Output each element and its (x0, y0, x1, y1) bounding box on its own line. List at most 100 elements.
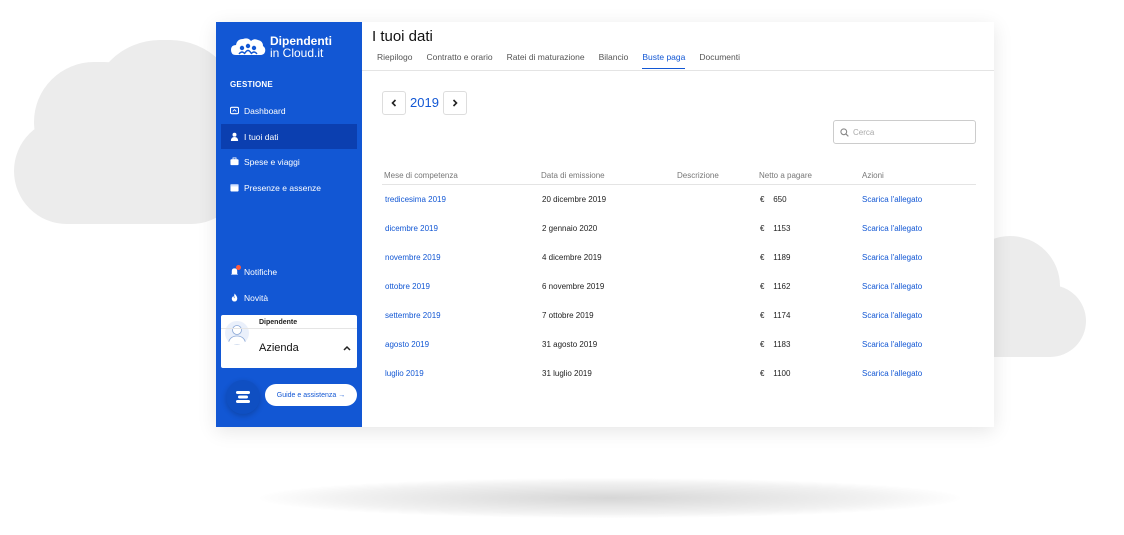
next-year-button[interactable] (443, 91, 467, 115)
month-link[interactable]: ottobre 2019 (385, 282, 430, 291)
calendar-icon (230, 183, 239, 192)
sidebar-item-label: Dashboard (244, 105, 286, 116)
net-amount: € 1183 (760, 340, 790, 349)
sidebar: Dipendenti in Cloud.it GESTIONE Dashboar… (216, 22, 362, 427)
currency-symbol: € (760, 340, 765, 349)
help-button[interactable]: Guide e assistenza → (265, 384, 357, 406)
month-link[interactable]: settembre 2019 (385, 311, 441, 320)
tab-bilancio[interactable]: Bilancio (599, 52, 629, 69)
net-amount: € 1162 (760, 282, 790, 291)
month-link[interactable]: agosto 2019 (385, 340, 429, 349)
dashboard-icon (230, 106, 239, 115)
search-input[interactable] (853, 127, 963, 137)
download-attachment-link[interactable]: Scarica l'allegato (862, 253, 922, 262)
window-shadow (260, 478, 960, 518)
table-row: agosto 2019 31 agosto 2019 € 1183 Scaric… (382, 330, 976, 359)
sidebar-item-i-tuoi-dati[interactable]: I tuoi dati (221, 124, 357, 149)
issue-date: 6 novembre 2019 (542, 282, 605, 291)
user-card[interactable]: Dipendente Azienda (221, 315, 357, 368)
chevron-up-icon[interactable] (342, 343, 352, 353)
main-content: I tuoi dati Riepilogo Contratto e orario… (362, 22, 994, 427)
sidebar-item-novita[interactable]: Novità (221, 285, 357, 310)
notification-dot (236, 265, 241, 270)
column-header-mese: Mese di competenza (384, 171, 458, 180)
net-amount: € 1189 (760, 253, 790, 262)
brand-line2: in Cloud.it (270, 46, 324, 60)
issue-date: 31 agosto 2019 (542, 340, 598, 349)
user-card-divider (221, 328, 357, 329)
month-link[interactable]: tredicesima 2019 (385, 195, 446, 204)
sidebar-item-label: Presenze e assenze (244, 182, 322, 193)
sidebar-item-label: Novità (244, 292, 269, 303)
sidebar-item-notifiche[interactable]: Notifiche (221, 259, 357, 284)
month-link[interactable]: luglio 2019 (385, 369, 424, 378)
avatar (225, 321, 249, 345)
column-header-descrizione: Descrizione (677, 171, 719, 180)
previous-year-button[interactable] (382, 91, 406, 115)
issue-date: 7 ottobre 2019 (542, 311, 594, 320)
currency-symbol: € (760, 224, 765, 233)
download-attachment-link[interactable]: Scarica l'allegato (862, 195, 922, 204)
download-attachment-link[interactable]: Scarica l'allegato (862, 340, 922, 349)
net-amount: € 1100 (760, 369, 790, 378)
download-attachment-link[interactable]: Scarica l'allegato (862, 311, 922, 320)
download-attachment-link[interactable]: Scarica l'allegato (862, 369, 922, 378)
tab-buste-paga[interactable]: Buste paga (642, 52, 686, 69)
amount-value: 1183 (773, 340, 791, 349)
amount-value: 1189 (773, 253, 791, 262)
column-header-netto: Netto a pagare (759, 171, 812, 180)
issue-date: 31 luglio 2019 (542, 369, 592, 378)
table-row: novembre 2019 4 dicembre 2019 € 1189 Sca… (382, 243, 976, 272)
search-icon (840, 127, 849, 137)
page-title: I tuoi dati (372, 28, 433, 45)
chat-icon (236, 391, 250, 403)
table-header: Mese di competenza Data di emissione Des… (382, 170, 976, 185)
app-window: Dipendenti in Cloud.it GESTIONE Dashboar… (216, 22, 994, 427)
flame-icon (230, 293, 239, 302)
brand-logo[interactable]: Dipendenti in Cloud.it (230, 35, 332, 59)
search-box[interactable] (833, 120, 976, 144)
issue-date: 2 gennaio 2020 (542, 224, 598, 233)
column-header-data: Data di emissione (541, 171, 605, 180)
table-row: dicembre 2019 2 gennaio 2020 € 1153 Scar… (382, 214, 976, 243)
table-row: ottobre 2019 6 novembre 2019 € 1162 Scar… (382, 272, 976, 301)
sidebar-item-label: Notifiche (244, 266, 278, 277)
download-attachment-link[interactable]: Scarica l'allegato (862, 224, 922, 233)
amount-value: 1100 (773, 369, 791, 378)
month-link[interactable]: novembre 2019 (385, 253, 441, 262)
chat-button[interactable] (226, 380, 260, 414)
briefcase-icon (230, 157, 239, 166)
table-row: settembre 2019 7 ottobre 2019 € 1174 Sca… (382, 301, 976, 330)
table-row: luglio 2019 31 luglio 2019 € 1100 Scaric… (382, 359, 976, 388)
amount-value: 650 (773, 195, 787, 204)
sidebar-item-label: I tuoi dati (244, 131, 279, 142)
sidebar-item-dashboard[interactable]: Dashboard (221, 98, 357, 123)
sidebar-section-title: GESTIONE (230, 80, 273, 89)
tab-documenti[interactable]: Documenti (699, 52, 740, 69)
user-icon (230, 132, 239, 141)
download-attachment-link[interactable]: Scarica l'allegato (862, 282, 922, 291)
amount-value: 1153 (773, 224, 791, 233)
currency-symbol: € (760, 253, 765, 262)
sidebar-item-label: Spese e viaggi (244, 156, 300, 167)
column-header-azioni: Azioni (862, 171, 884, 180)
currency-symbol: € (760, 311, 765, 320)
user-role: Dipendente (259, 319, 298, 326)
sidebar-item-spese-e-viaggi[interactable]: Spese e viaggi (221, 149, 357, 174)
month-link[interactable]: dicembre 2019 (385, 224, 438, 233)
sidebar-item-presenze-e-assenze[interactable]: Presenze e assenze (221, 175, 357, 200)
currency-symbol: € (760, 195, 765, 204)
net-amount: € 650 (760, 195, 787, 204)
currency-symbol: € (760, 282, 765, 291)
tab-ratei-di-maturazione[interactable]: Ratei di maturazione (507, 52, 585, 69)
net-amount: € 1153 (760, 224, 790, 233)
tab-riepilogo[interactable]: Riepilogo (377, 52, 412, 69)
tab-bar: Riepilogo Contratto e orario Ratei di ma… (377, 52, 740, 69)
chevron-left-icon (391, 99, 397, 107)
chevron-right-icon (452, 99, 458, 107)
amount-value: 1162 (773, 282, 791, 291)
bell-icon (230, 265, 241, 276)
tabs-divider (362, 70, 994, 71)
selected-year: 2019 (410, 95, 439, 110)
tab-contratto-e-orario[interactable]: Contratto e orario (426, 52, 492, 69)
